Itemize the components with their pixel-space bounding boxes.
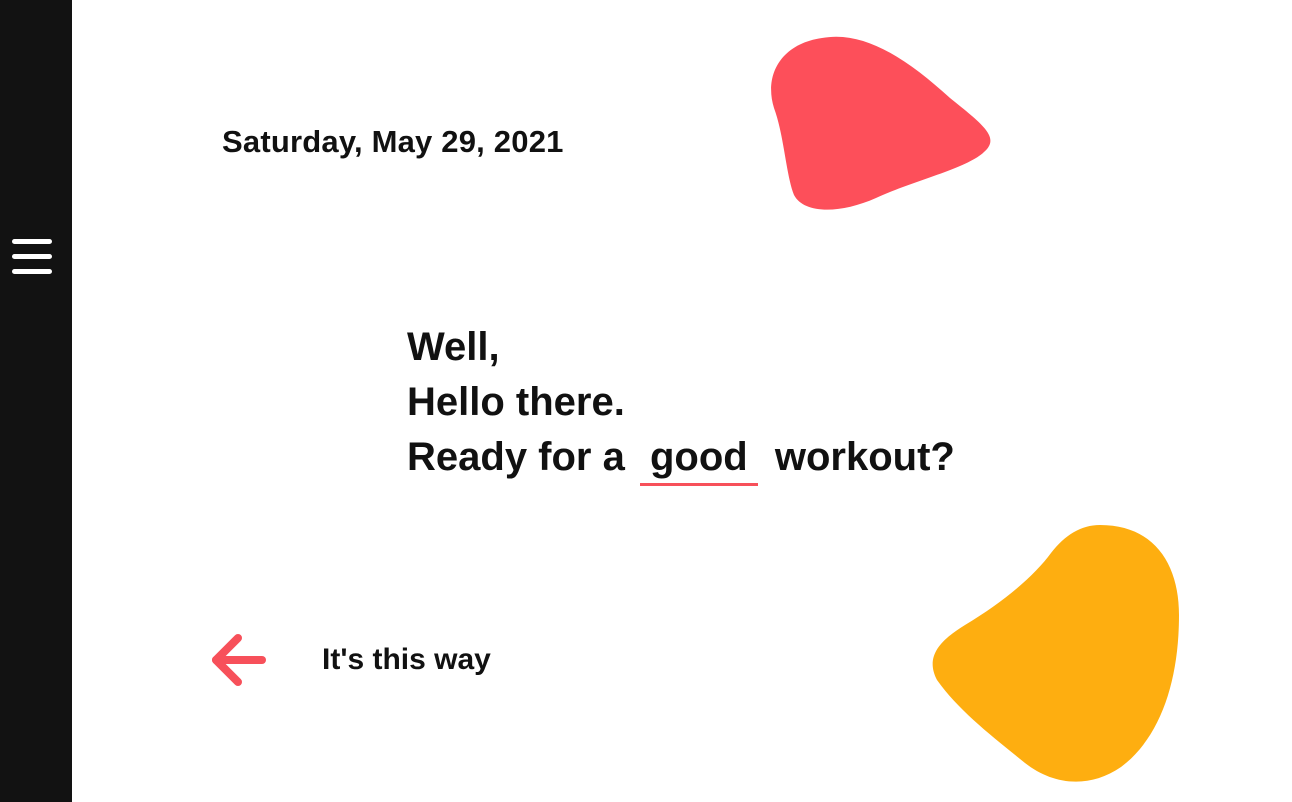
highlighted-word: good (639, 431, 758, 486)
hamburger-menu-icon-bar (12, 269, 52, 274)
sidebar (0, 0, 72, 802)
greeting-line-3-prefix: Ready for a (407, 435, 625, 479)
hamburger-menu-icon (12, 239, 52, 244)
greeting-line-2: Hello there. (407, 380, 625, 424)
greeting-line-1: Well, (407, 325, 500, 369)
greeting-line-3-suffix: workout? (774, 435, 955, 479)
greeting-line-3: Ready for a good workout? (407, 430, 955, 486)
yellow-blob-decoration (932, 525, 1179, 782)
greeting-message: Well, Hello there. Ready for a good work… (407, 320, 955, 486)
red-blob-decoration (771, 36, 991, 210)
arrow-left-icon (212, 634, 266, 686)
red-blob-shape (771, 36, 991, 210)
direction-label: It's this way (322, 643, 491, 676)
menu-button[interactable] (8, 234, 56, 284)
page: Saturday, May 29, 2021 Well, Hello there… (0, 0, 1292, 802)
hamburger-menu-icon-bar (12, 254, 52, 259)
current-date: Saturday, May 29, 2021 (222, 124, 564, 159)
yellow-blob-shape (932, 525, 1179, 782)
direction-link[interactable]: It's this way (208, 632, 491, 688)
